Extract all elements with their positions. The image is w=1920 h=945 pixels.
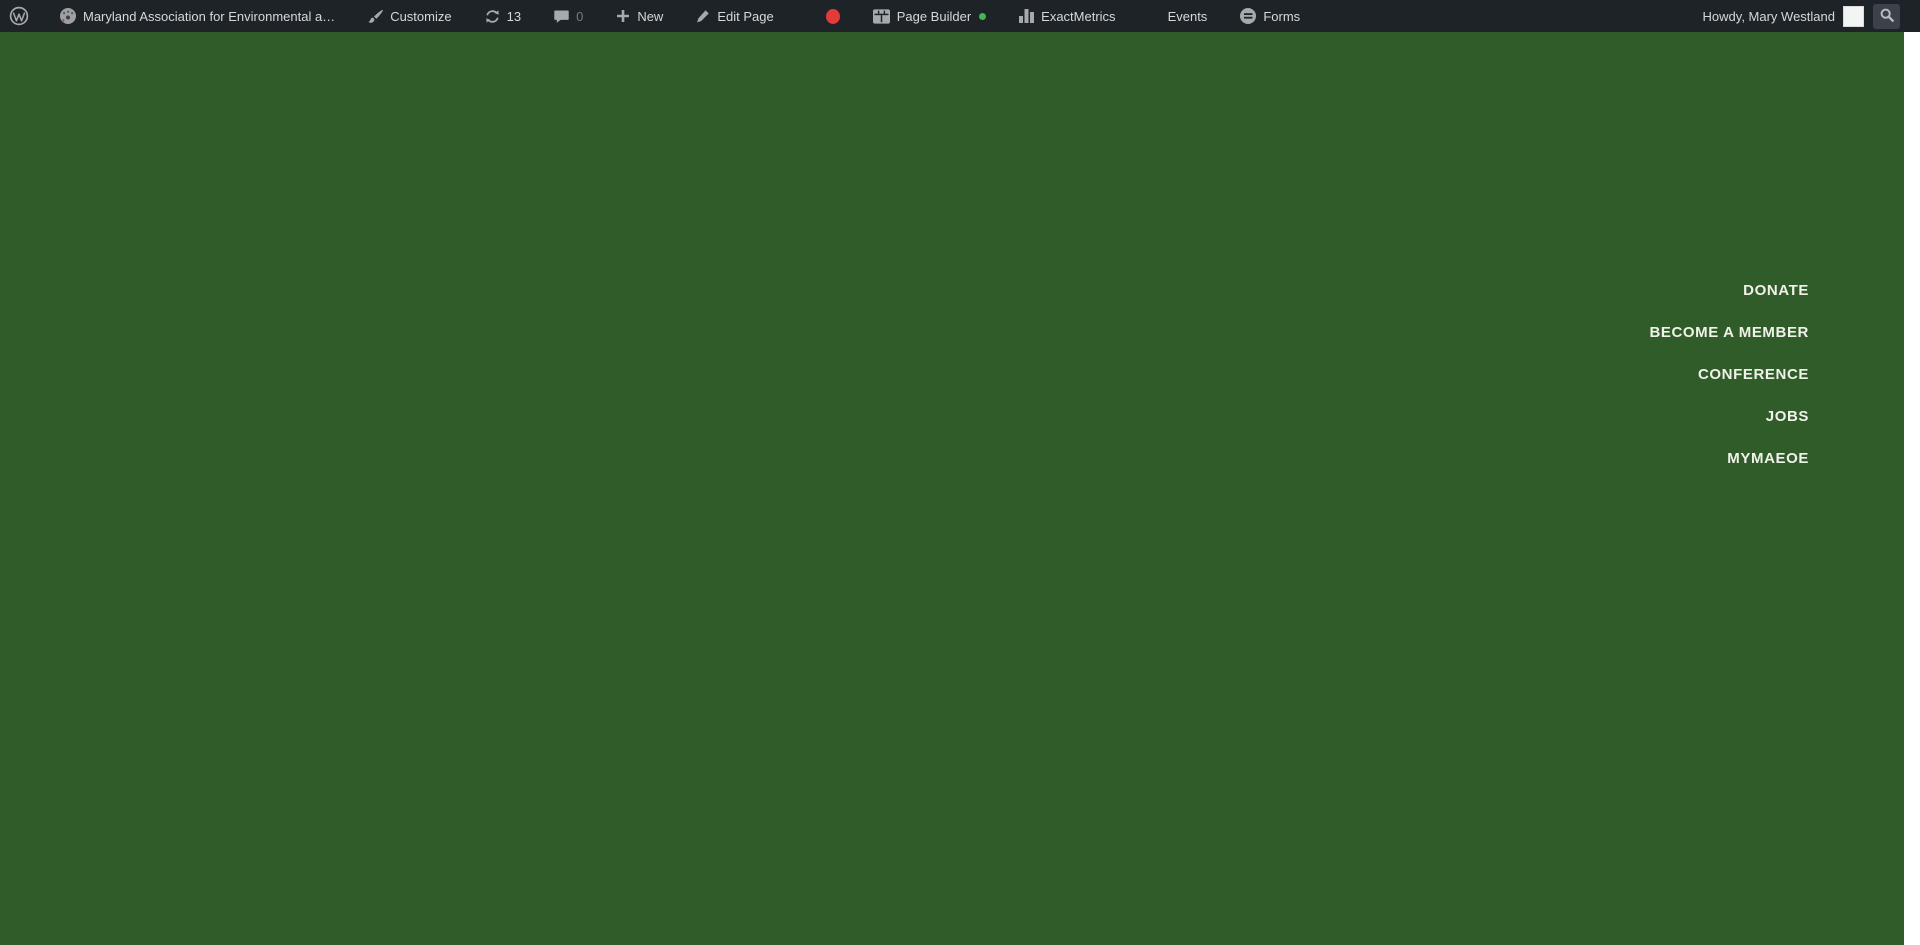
bar-chart-icon: [1018, 8, 1035, 24]
red-record-dot-icon: [826, 9, 840, 24]
site-name-menu[interactable]: Maryland Association for Environmental a…: [50, 0, 344, 32]
new-label: New: [637, 9, 663, 24]
user-avatar: [1843, 6, 1864, 27]
admin-bar-right-group: Howdy, Mary Westland: [1694, 0, 1920, 32]
events-menu[interactable]: Events: [1159, 0, 1217, 32]
wp-admin-bar: Maryland Association for Environmental a…: [0, 0, 1920, 32]
site-name-label: Maryland Association for Environmental a…: [83, 9, 335, 24]
update-arrows-icon: [484, 8, 501, 25]
nav-item-jobs[interactable]: JOBS: [1766, 396, 1809, 438]
nav-item-donate[interactable]: DONATE: [1743, 270, 1809, 312]
updates-menu[interactable]: 13: [475, 0, 530, 32]
nav-item-mymaeoe[interactable]: MYMAEOE: [1727, 438, 1809, 480]
site-favicon-icon: [59, 7, 77, 25]
my-account-menu[interactable]: Howdy, Mary Westland: [1694, 0, 1873, 32]
admin-bar-left-group: Maryland Association for Environmental a…: [0, 0, 1309, 32]
page-builder-label: Page Builder: [897, 9, 971, 24]
exactmetrics-menu[interactable]: ExactMetrics: [1009, 0, 1124, 32]
updates-count: 13: [507, 9, 521, 24]
site-nav-menu: DONATE BECOME A MEMBER CONFERENCE JOBS M…: [1649, 270, 1809, 480]
paintbrush-icon: [367, 8, 384, 25]
forms-label: Forms: [1263, 9, 1300, 24]
customize-label: Customize: [390, 9, 451, 24]
exactmetrics-label: ExactMetrics: [1041, 9, 1115, 24]
green-status-dot-icon: [979, 13, 986, 20]
pencil-icon: [695, 8, 711, 24]
grid-table-icon: [872, 8, 891, 25]
howdy-label: Howdy, Mary Westland: [1703, 9, 1835, 24]
edit-page-label: Edit Page: [717, 9, 773, 24]
plus-icon: [615, 8, 631, 24]
scrollbar-track[interactable]: [1904, 32, 1920, 945]
comments-menu[interactable]: 0: [544, 0, 592, 32]
site-page-body: DONATE BECOME A MEMBER CONFERENCE JOBS M…: [0, 32, 1904, 945]
wordpress-icon: [9, 6, 29, 26]
nav-item-become-a-member[interactable]: BECOME A MEMBER: [1649, 312, 1809, 354]
record-menu[interactable]: [817, 0, 849, 32]
page-builder-menu[interactable]: Page Builder: [863, 0, 995, 32]
events-label: Events: [1168, 9, 1208, 24]
customize-menu[interactable]: Customize: [358, 0, 460, 32]
admin-search-button[interactable]: [1873, 4, 1900, 29]
nav-item-conference[interactable]: CONFERENCE: [1698, 354, 1809, 396]
search-icon: [1879, 7, 1895, 26]
gravity-forms-icon: [1239, 7, 1257, 25]
screen: Maryland Association for Environmental a…: [0, 0, 1920, 945]
edit-page-menu[interactable]: Edit Page: [686, 0, 782, 32]
forms-menu[interactable]: Forms: [1230, 0, 1309, 32]
wp-logo-menu[interactable]: [0, 0, 38, 32]
new-content-menu[interactable]: New: [606, 0, 672, 32]
comments-count: 0: [576, 9, 583, 24]
comment-bubble-icon: [553, 8, 570, 25]
